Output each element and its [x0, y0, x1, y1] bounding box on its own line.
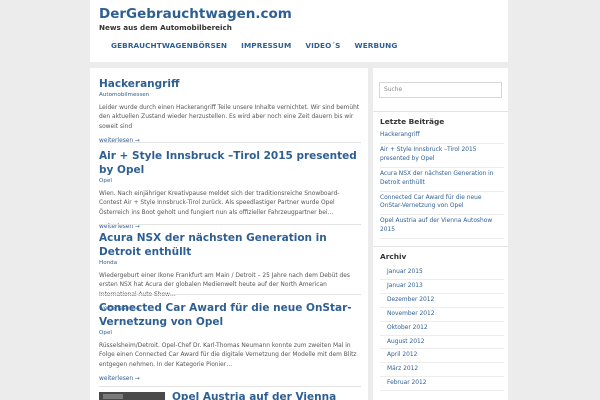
archive-link[interactable]: Januar 2013: [380, 280, 504, 294]
post-excerpt: Leider wurde durch einen Hackerangriff T…: [99, 105, 360, 130]
archive-title: Archiv: [373, 246, 508, 261]
post-title[interactable]: Air + Style Innsbruck –Tirol 2015 presen…: [99, 149, 361, 177]
post-category[interactable]: Automobilmessen: [99, 92, 361, 98]
post-category[interactable]: Opel: [99, 178, 361, 184]
recent-post-link[interactable]: Opel Austria auf der Vienna Autoshow 201…: [380, 215, 504, 240]
post-thumbnail[interactable]: [99, 392, 165, 400]
post: Acura NSX der nächsten Generation in Det…: [99, 231, 361, 312]
recent-post-link[interactable]: Hackerangriff: [380, 129, 504, 144]
post-category[interactable]: Honda: [99, 260, 361, 266]
nav-item-werbung[interactable]: WERBUNG: [355, 41, 398, 50]
post-title[interactable]: Connected Car Award für die neue OnStar-…: [99, 301, 361, 329]
archive-link[interactable]: August 2012: [380, 336, 504, 350]
archive-list: Januar 2015 Januar 2013 Dezember 2012 No…: [380, 266, 504, 392]
post-excerpt: Rüsselsheim/Detroit. Opel-Chef Dr. Karl-…: [99, 343, 357, 368]
archive-link[interactable]: Oktober 2012: [380, 322, 504, 336]
archive-link[interactable]: März 2012: [380, 363, 504, 378]
recent-post-link[interactable]: Acura NSX der nächsten Generation in Det…: [380, 168, 504, 192]
site-title[interactable]: DerGebrauchtwagen.com: [99, 6, 292, 22]
read-more-link[interactable]: weiterlesen →: [99, 376, 361, 382]
post-title[interactable]: Acura NSX der nächsten Generation in Det…: [99, 231, 361, 259]
post-title[interactable]: Hackerangriff: [99, 77, 361, 91]
post: Connected Car Award für die neue OnStar-…: [99, 301, 361, 382]
archive-link[interactable]: November 2012: [380, 308, 504, 322]
main-content: Hackerangriff Automobilmessen Leider wur…: [90, 68, 368, 400]
recent-posts-list: Hackerangriff Air + Style Innsbruck –Tir…: [380, 129, 504, 240]
post-divider: [99, 294, 361, 295]
post: Hackerangriff Automobilmessen Leider wur…: [99, 77, 361, 144]
recent-post-link[interactable]: Connected Car Award für die neue OnStar-…: [380, 192, 504, 216]
archive-link[interactable]: Februar 2012: [380, 377, 504, 392]
archive-link[interactable]: Januar 2015: [380, 266, 504, 280]
recent-post-link[interactable]: Air + Style Innsbruck –Tirol 2015 presen…: [380, 144, 504, 168]
search-input[interactable]: Suche: [379, 82, 502, 98]
main-nav: GEBRAUCHTWAGENBÖRSEN IMPRESSUM VIDEO´S W…: [111, 41, 411, 50]
nav-item-impressum[interactable]: IMPRESSUM: [241, 41, 291, 50]
post-divider: [99, 386, 361, 387]
site-header: DerGebrauchtwagen.com News aus dem Autom…: [90, 0, 508, 62]
nav-item-videos[interactable]: VIDEO´S: [305, 41, 340, 50]
post-excerpt: Wiedergeburt einer Ikone Frankfurt am Ma…: [99, 273, 350, 298]
post: Opel Austria auf der Vienna Autoshow: [172, 390, 362, 400]
post-category[interactable]: Opel: [99, 330, 361, 336]
nav-item-gebrauchtwagenboersen[interactable]: GEBRAUCHTWAGENBÖRSEN: [111, 41, 227, 50]
archive-link[interactable]: April 2012: [380, 349, 504, 364]
post-title[interactable]: Opel Austria auf der Vienna Autoshow: [172, 390, 362, 400]
recent-posts-title: Letzte Beiträge: [373, 111, 508, 126]
sidebar: Suche Letzte Beiträge Hackerangriff Air …: [373, 68, 508, 400]
post-divider: [99, 142, 361, 143]
post: Air + Style Innsbruck –Tirol 2015 presen…: [99, 149, 361, 230]
site-description: News aus dem Automobilbereich: [99, 23, 232, 32]
post-excerpt: Wien. Nach einjähriger Kreativpause meld…: [99, 191, 340, 216]
post-divider: [99, 224, 361, 225]
archive-link[interactable]: Dezember 2012: [380, 294, 504, 308]
